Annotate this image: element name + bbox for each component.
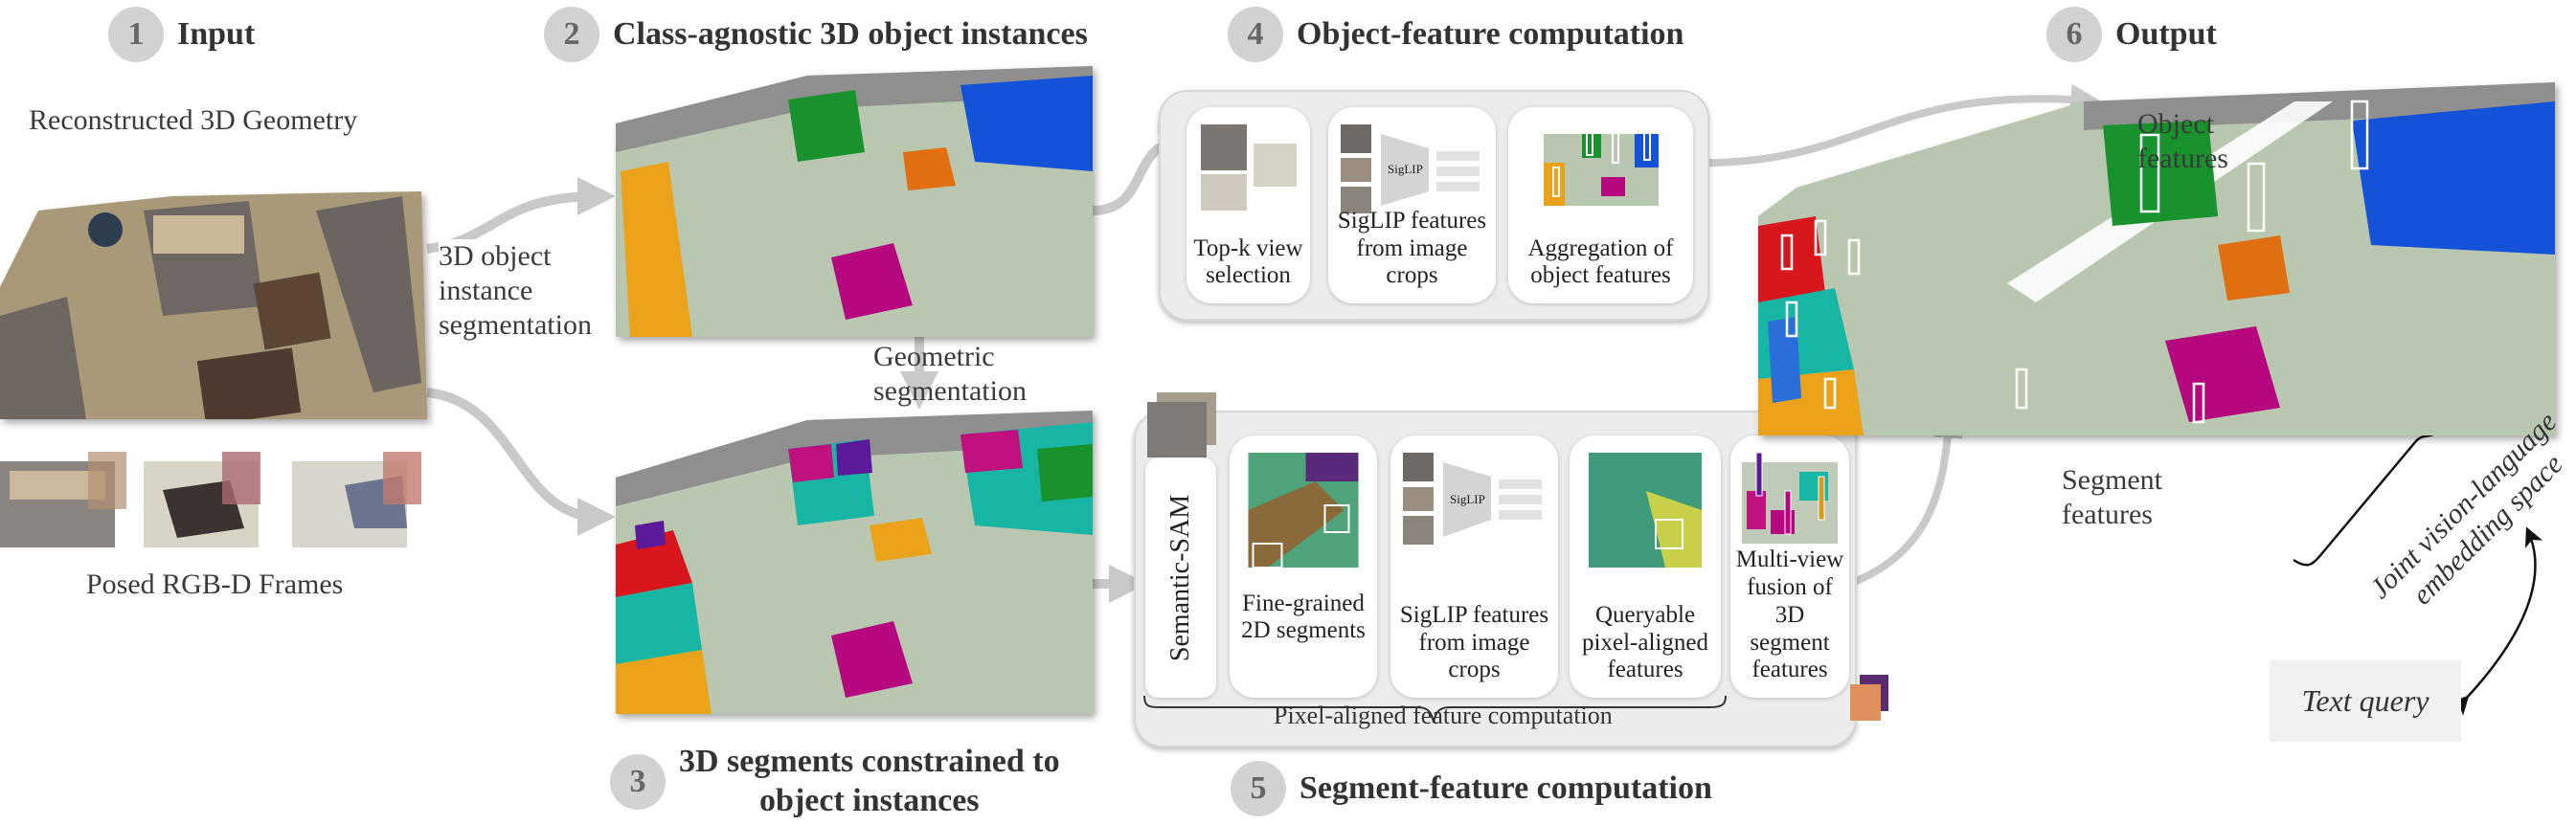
label-line: features xyxy=(2137,143,2228,174)
card-label: Fine-grained 2D segments xyxy=(1241,590,1366,644)
step-number: 2 xyxy=(544,7,599,62)
fused-segments-icon xyxy=(1742,453,1838,544)
step-title: Class-agnostic 3D object instances xyxy=(613,16,1088,52)
label-line: 3D object xyxy=(439,240,552,272)
step-6-header: 6 Output xyxy=(2046,7,2217,62)
step-title: Segment-feature computation xyxy=(1299,770,1712,806)
step-number: 1 xyxy=(108,7,164,62)
step-number: 4 xyxy=(1228,7,1283,62)
object-instances-render xyxy=(616,66,1093,337)
step-2-header: 2 Class-agnostic 3D object instances xyxy=(544,7,1088,62)
arrow-input-to-segments xyxy=(426,388,616,536)
card-label: SigLIP features from image crops xyxy=(1399,601,1549,683)
posed-rgbd-frames xyxy=(0,452,421,552)
geometric-segmentation-label: Geometric segmentation xyxy=(873,340,1027,409)
card-label: SigLIP features from image crops xyxy=(1337,207,1487,289)
aggregation-card: Aggregation of object features xyxy=(1508,107,1693,303)
card-label: Multi-view fusion of 3D segment features xyxy=(1735,546,1844,683)
step-title: Object-feature computation xyxy=(1297,16,1684,52)
semantic-sam-label: Semantic-SAM xyxy=(1164,494,1195,661)
multi-view-fusion-card: Multi-view fusion of 3D segment features xyxy=(1730,435,1849,698)
fine-grained-segments-card: Fine-grained 2D segments xyxy=(1230,435,1377,698)
reconstructed-geometry-image xyxy=(0,191,427,419)
frame-thumbnail xyxy=(144,452,260,547)
text-query-label: Text query xyxy=(2301,683,2429,718)
card-label: Queryable pixel-aligned features xyxy=(1582,601,1708,683)
label-line: segmentation xyxy=(439,309,592,341)
arrow-segment-features-to-output xyxy=(1847,407,1963,588)
input-frames-stack xyxy=(1147,392,1216,457)
label-line: Segment xyxy=(2062,464,2162,496)
siglip-model-label: SigLIP xyxy=(1388,162,1423,176)
label-line: Object xyxy=(2137,108,2214,140)
siglip-segment-card: SigLIP SigLIP features from image crops xyxy=(1390,435,1558,698)
step-5-header: 5 Segment-feature computation xyxy=(1231,761,1712,816)
frame-thumbnail xyxy=(292,452,421,547)
label-line: instance xyxy=(439,275,533,306)
step-3-header: 3 3D segments constrained to object inst… xyxy=(610,743,1060,821)
card-label: Top-k view selection xyxy=(1193,234,1303,289)
step-number: 6 xyxy=(2046,7,2102,62)
step-title: Input xyxy=(177,16,256,52)
object-features-label: Object features xyxy=(2137,107,2228,176)
instance-segmentation-label: 3D object instance segmentation xyxy=(439,239,592,343)
step-number: 5 xyxy=(1231,761,1286,816)
posed-frames-label: Posed RGB-D Frames xyxy=(86,569,344,600)
frame-thumbnail xyxy=(0,452,126,547)
step-title-line: object instances xyxy=(759,782,980,818)
card-label: Aggregation of object features xyxy=(1527,234,1674,289)
top-k-view-card: Top-k view selection xyxy=(1186,107,1310,303)
segments-image xyxy=(1248,453,1359,568)
depth-frames-icon xyxy=(1850,675,1888,721)
step-title: Output xyxy=(2115,16,2217,52)
step-1-header: 1 Input xyxy=(108,7,255,62)
pixel-aligned-group-label: Pixel-aligned feature computation xyxy=(1274,702,1613,729)
reconstructed-geometry-label: Reconstructed 3D Geometry xyxy=(29,104,358,136)
pixel-aligned-features-card: Queryable pixel-aligned features xyxy=(1570,435,1721,698)
aggregation-scene-icon xyxy=(1543,124,1659,206)
siglip-model-label: SigLIP xyxy=(1450,492,1485,506)
siglip-object-card: SigLIP SigLIP features from image crops xyxy=(1328,107,1496,303)
step-number: 3 xyxy=(610,753,666,810)
step-4-header: 4 Object-feature computation xyxy=(1228,7,1683,62)
label-line: Geometric xyxy=(873,341,995,372)
label-line: features xyxy=(2062,499,2153,530)
top-k-views-icon xyxy=(1200,124,1297,211)
segment-features-label: Segment features xyxy=(2062,463,2162,532)
label-line: segmentation xyxy=(873,375,1027,407)
segment-render xyxy=(616,411,1093,714)
semantic-sam-card: Semantic-SAM xyxy=(1145,457,1216,698)
text-query-box[interactable]: Text query xyxy=(2270,660,2461,742)
queryable-features-image xyxy=(1589,453,1702,568)
step-title-line: 3D segments constrained to xyxy=(679,744,1060,779)
